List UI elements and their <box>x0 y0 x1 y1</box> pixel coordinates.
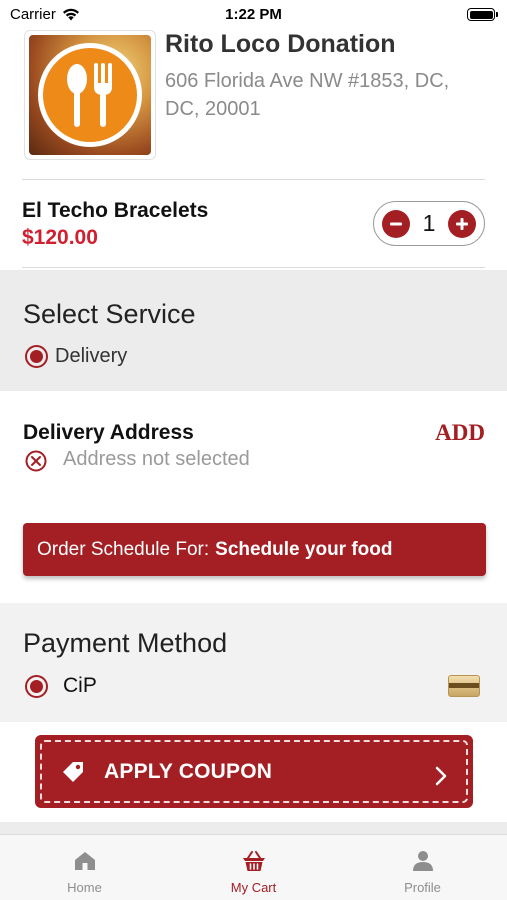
tab-profile-label: Profile <box>404 880 441 895</box>
tab-home[interactable]: Home <box>0 835 169 900</box>
plus-icon <box>455 217 468 230</box>
tab-home-label: Home <box>67 880 102 895</box>
minus-icon <box>390 222 402 225</box>
payment-method-label[interactable]: CiP <box>63 674 97 698</box>
restaurant-logo <box>24 30 156 160</box>
restaurant-header: Rito Loco Donation 606 Florida Ave NW #1… <box>22 30 485 180</box>
tab-profile[interactable]: Profile <box>338 835 507 900</box>
decrease-quantity-button[interactable] <box>382 209 410 238</box>
battery-level <box>469 10 493 19</box>
delivery-address-section: Delivery Address ADD Address not selecte… <box>0 391 507 603</box>
order-schedule-button[interactable]: Order Schedule For: Schedule your food <box>23 523 486 576</box>
address-status: Address not selected <box>63 448 250 470</box>
basket-icon <box>242 851 265 871</box>
quantity-value: 1 <box>422 210 436 236</box>
credit-card-icon <box>448 675 480 697</box>
schedule-prefix: Order Schedule For: <box>37 538 210 560</box>
tab-my-cart-label: My Cart <box>230 880 277 895</box>
delivery-radio[interactable] <box>25 345 48 368</box>
select-service-section: Select Service Delivery <box>0 270 507 391</box>
increase-quantity-button[interactable] <box>447 209 476 238</box>
status-time: 1:22 PM <box>225 6 282 23</box>
fork-spoon-icon <box>38 43 142 147</box>
item-name: El Techo Bracelets <box>22 199 209 222</box>
tab-my-cart[interactable]: My Cart <box>169 835 338 900</box>
item-price: $120.00 <box>22 226 98 249</box>
apply-coupon-button[interactable]: APPLY COUPON <box>35 735 473 808</box>
divider <box>0 822 507 834</box>
delivery-option-label[interactable]: Delivery <box>55 345 127 368</box>
quantity-stepper: 1 <box>373 201 485 246</box>
restaurant-address: 606 Florida Ave NW #1853, DC, DC, 20001 <box>165 70 450 120</box>
restaurant-name: Rito Loco Donation <box>165 30 396 58</box>
home-icon <box>74 852 95 870</box>
status-bar: Carrier 1:22 PM <box>0 0 507 30</box>
tab-bar: Home My Cart Profile <box>0 834 507 900</box>
battery-icon <box>467 8 498 21</box>
circle-x-icon <box>25 450 47 472</box>
chevron-right-icon <box>435 766 447 786</box>
section-title-service: Select Service <box>23 299 196 329</box>
tag-icon <box>63 761 83 782</box>
delivery-address-title: Delivery Address <box>23 421 194 444</box>
schedule-value: Schedule your food <box>215 538 393 560</box>
payment-method-section: Payment Method CiP <box>0 603 507 722</box>
coupon-section: APPLY COUPON <box>0 722 507 822</box>
section-title-payment: Payment Method <box>23 628 228 658</box>
add-address-button[interactable]: ADD <box>435 420 485 446</box>
cip-radio[interactable] <box>25 675 48 698</box>
apply-coupon-label: APPLY COUPON <box>104 759 273 783</box>
cart-item: El Techo Bracelets $120.00 1 <box>22 180 485 268</box>
person-icon <box>412 851 433 871</box>
